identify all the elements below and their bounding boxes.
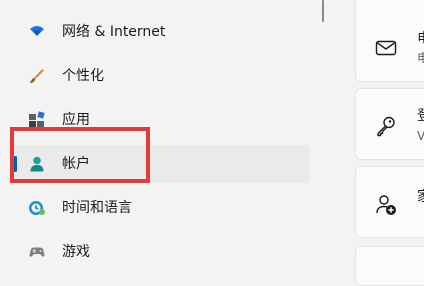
card-title: 家: [417, 189, 424, 206]
nav-item-apps[interactable]: 应用: [12, 101, 310, 139]
nav-item-label: 游戏: [62, 244, 90, 260]
card-subtitle: V: [417, 129, 424, 143]
card-next[interactable]: [355, 246, 424, 286]
key-icon: [374, 114, 398, 138]
account-icon: [28, 155, 46, 173]
nav-item-time-language[interactable]: 时间和语言: [12, 189, 310, 227]
nav-item-network[interactable]: 网络 & Internet: [12, 13, 310, 51]
card-subtitle: 电: [417, 51, 424, 65]
nav-item-accounts[interactable]: 帐户: [12, 145, 310, 183]
nav-item-label: 网络 & Internet: [62, 24, 166, 40]
card-email[interactable]: 电 电: [355, 0, 424, 82]
card-family[interactable]: 家: [355, 166, 424, 238]
apps-icon: [28, 111, 46, 129]
wifi-icon: [28, 23, 46, 41]
selection-indicator: [14, 156, 17, 172]
card-sign-in-options[interactable]: 登 V: [355, 88, 424, 160]
nav-item-label: 应用: [62, 112, 90, 128]
paintbrush-icon: [28, 67, 46, 85]
nav-item-gaming[interactable]: 游戏: [12, 233, 310, 271]
add-person-icon: [374, 193, 398, 217]
card-title: 电: [417, 31, 424, 48]
nav-item-personalization[interactable]: 个性化: [12, 57, 310, 95]
nav-item-label: 个性化: [62, 68, 104, 84]
mail-icon: [374, 36, 398, 60]
gamepad-icon: [28, 243, 46, 261]
nav-item-label: 时间和语言: [62, 200, 132, 216]
card-title: 登: [417, 108, 424, 125]
scrollbar-thumb[interactable]: [322, 0, 324, 22]
settings-nav: 网络 & Internet 个性化 应用 帐户 时间和语言 游戏: [0, 0, 320, 269]
nav-item-label: 帐户: [62, 156, 90, 172]
time-language-icon: [28, 199, 46, 217]
